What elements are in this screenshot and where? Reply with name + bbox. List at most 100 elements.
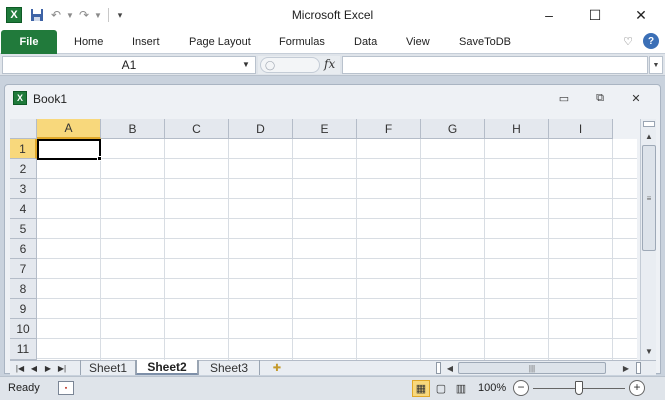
scroll-down-icon[interactable]: ▼ xyxy=(642,344,656,358)
ribbon-minimize-icon[interactable]: ♡ xyxy=(623,35,633,48)
grid-line xyxy=(37,158,637,159)
vertical-split-handle[interactable] xyxy=(643,121,655,127)
grid-line xyxy=(228,139,229,360)
grid-line xyxy=(612,139,613,360)
formula-input[interactable] xyxy=(342,56,648,74)
zoom-level[interactable]: 100% xyxy=(478,382,506,394)
tab-split-handle[interactable] xyxy=(436,362,441,374)
tab-savetodb[interactable]: SaveToDB xyxy=(459,30,511,54)
fill-handle[interactable] xyxy=(97,156,102,161)
vertical-scrollbar[interactable]: ▲ ≡ ▼ xyxy=(640,119,656,360)
grid-line xyxy=(37,358,637,359)
sheet-tab-sheet1[interactable]: Sheet1 xyxy=(80,360,136,375)
row-header-6[interactable]: 6 xyxy=(10,239,37,259)
column-header-b[interactable]: B xyxy=(101,119,165,139)
macro-recording-icon[interactable]: ▪ xyxy=(58,381,74,395)
zoom-slider-thumb[interactable] xyxy=(575,381,583,395)
help-icon[interactable]: ? xyxy=(643,33,659,49)
column-header-f[interactable]: F xyxy=(357,119,421,139)
grid-line xyxy=(164,139,165,360)
scroll-left-icon[interactable]: ◀ xyxy=(444,361,456,375)
last-sheet-icon[interactable]: ▶| xyxy=(56,361,68,375)
horizontal-split-handle[interactable] xyxy=(636,362,641,374)
cell-area[interactable] xyxy=(37,139,637,360)
column-header-c[interactable]: C xyxy=(165,119,229,139)
normal-view-icon[interactable]: ▦ xyxy=(412,380,430,397)
grid-line xyxy=(548,139,549,360)
maximize-button[interactable]: ☐ xyxy=(572,0,618,30)
row-header-10[interactable]: 10 xyxy=(10,319,37,339)
select-all-corner[interactable] xyxy=(10,119,37,139)
grid-line xyxy=(292,139,293,360)
expand-formula-bar-icon[interactable]: ▼ xyxy=(649,56,663,74)
tab-file[interactable]: File xyxy=(1,30,57,54)
next-sheet-icon[interactable]: ▶ xyxy=(42,361,54,375)
column-header-g[interactable]: G xyxy=(421,119,485,139)
tab-view[interactable]: View xyxy=(406,30,430,54)
row-header-11[interactable]: 11 xyxy=(10,339,37,360)
column-header-d[interactable]: D xyxy=(229,119,293,139)
grid-line xyxy=(37,218,637,219)
insert-function-icon[interactable]: fx xyxy=(324,57,335,71)
workbook-close-button[interactable]: ✕ xyxy=(627,89,645,107)
row-header-1[interactable]: 1 xyxy=(10,139,37,159)
tab-home[interactable]: Home xyxy=(74,30,103,54)
page-layout-view-icon[interactable]: ▢ xyxy=(432,380,450,397)
row-header-9[interactable]: 9 xyxy=(10,299,37,319)
name-box[interactable]: A1 xyxy=(2,56,256,74)
insert-sheet-icon[interactable]: ✚ xyxy=(267,361,287,375)
workbook-restore-button[interactable]: ⧉ xyxy=(591,89,609,107)
grid-line xyxy=(37,338,637,339)
grid-line xyxy=(37,298,637,299)
column-header-e[interactable]: E xyxy=(293,119,357,139)
tab-page-layout[interactable]: Page Layout xyxy=(189,30,251,54)
scroll-up-icon[interactable]: ▲ xyxy=(642,129,656,143)
column-header-h[interactable]: H xyxy=(485,119,549,139)
row-header-7[interactable]: 7 xyxy=(10,259,37,279)
row-header-4[interactable]: 4 xyxy=(10,199,37,219)
first-sheet-icon[interactable]: |◀ xyxy=(14,361,26,375)
workbook-window: X Book1 ▭ ⧉ ✕ A B C D E F G H I 1 2 3 4 … xyxy=(4,84,661,375)
zoom-out-button[interactable]: − xyxy=(513,380,529,396)
row-header-8[interactable]: 8 xyxy=(10,279,37,299)
grid-line xyxy=(420,139,421,360)
tab-data[interactable]: Data xyxy=(354,30,377,54)
active-cell-a1[interactable] xyxy=(37,139,101,160)
sheet-tabs-bar: |◀ ◀ ▶ ▶| Sheet1 Sheet2 Sheet3 ✚ ◀ ||| ▶ xyxy=(10,360,656,375)
horizontal-scrollbar[interactable]: ◀ ||| ▶ xyxy=(444,361,634,375)
workspace: X Book1 ▭ ⧉ ✕ A B C D E F G H I 1 2 3 4 … xyxy=(0,76,665,376)
scroll-right-icon[interactable]: ▶ xyxy=(620,361,632,375)
row-header-2[interactable]: 2 xyxy=(10,159,37,179)
column-header-a[interactable]: A xyxy=(37,119,101,139)
vertical-scroll-thumb[interactable]: ≡ xyxy=(642,145,656,251)
prev-sheet-icon[interactable]: ◀ xyxy=(28,361,40,375)
grid-line xyxy=(37,178,637,179)
formula-controls: ◯ fx xyxy=(258,56,340,74)
close-button[interactable]: ✕ xyxy=(618,0,664,30)
grid-line xyxy=(356,139,357,360)
horizontal-scroll-thumb[interactable]: ||| xyxy=(458,362,606,374)
row-header-5[interactable]: 5 xyxy=(10,219,37,239)
row-header-3[interactable]: 3 xyxy=(10,179,37,199)
tab-insert[interactable]: Insert xyxy=(132,30,160,54)
formula-bar-resize-handle[interactable]: ◯ xyxy=(260,57,320,73)
status-text: Ready xyxy=(8,382,40,394)
tab-formulas[interactable]: Formulas xyxy=(279,30,325,54)
ribbon-help-area: ♡ ? xyxy=(623,33,659,49)
workbook-icon[interactable]: X xyxy=(13,91,27,105)
page-break-preview-icon[interactable]: ▥ xyxy=(452,380,470,397)
grid-line xyxy=(100,139,101,360)
title-bar: X ↶ ▼ ↷ ▼ ▾ Microsoft Excel – ☐ ✕ xyxy=(0,0,665,30)
grid-line xyxy=(37,238,637,239)
workbook-minimize-button[interactable]: ▭ xyxy=(555,89,573,107)
minimize-button[interactable]: – xyxy=(526,0,572,30)
grid-line xyxy=(484,139,485,360)
workbook-title: Book1 xyxy=(33,92,68,106)
name-box-dropdown-icon[interactable]: ▼ xyxy=(242,60,250,69)
zoom-in-button[interactable]: + xyxy=(629,380,645,396)
grid-line xyxy=(37,198,637,199)
column-header-i[interactable]: I xyxy=(549,119,613,139)
sheet-tab-sheet3[interactable]: Sheet3 xyxy=(198,360,260,375)
formula-bar: A1 ▼ ◯ fx ▼ xyxy=(0,54,665,76)
sheet-tab-sheet2[interactable]: Sheet2 xyxy=(136,360,198,375)
